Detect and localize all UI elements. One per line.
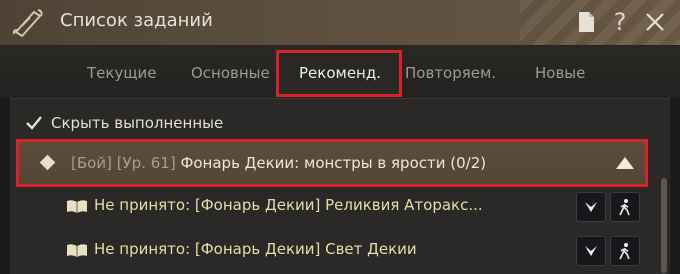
book-icon [67,200,87,213]
collapse-triangle-icon[interactable] [616,157,634,169]
auto-path-button[interactable] [610,192,640,222]
quest-group-header[interactable]: [Бой] [Ур. 61] Фонарь Декии: монстры в я… [16,139,648,187]
auto-path-button[interactable] [610,236,640,266]
window-title: Список заданий [60,10,213,31]
quest-progress: (0/2) [450,154,487,172]
tab-main[interactable]: Основные [191,64,270,82]
close-icon[interactable] [641,8,669,36]
scrollbar[interactable] [661,178,667,273]
subquest-row[interactable]: Не принято: [Фонарь Декии] Свет Декии [66,236,646,266]
tab-repeatable[interactable]: Повторяем. [405,64,496,82]
quest-group-title: [Бой] [Ур. 61] Фонарь Декии: монстры в я… [71,154,486,172]
subquest-row[interactable]: Не принято: [Фонарь Декии] Реликвия Атор… [66,192,646,222]
subquest-label: Не принято: [Фонарь Декии] Реликвия Атор… [94,196,483,214]
document-icon[interactable] [572,8,600,36]
quest-name: Фонарь Декии: монстры в ярости [180,154,446,172]
checkmark-icon [26,116,42,130]
hide-completed-label: Скрыть выполненные [51,114,224,132]
tab-current[interactable]: Текущие [87,64,156,82]
quest-list-window: Список заданий ? Текущие Основные Рекоме… [0,0,680,274]
chevron-down-icon [585,202,597,212]
scroll-logo-icon [10,6,46,40]
tab-new[interactable]: Новые [535,64,585,82]
help-icon[interactable]: ? [606,8,634,36]
subquest-label: Не принято: [Фонарь Декии] Свет Декии [94,240,417,258]
walking-person-icon [619,243,630,260]
diamond-icon [39,154,56,171]
book-icon [67,244,87,257]
track-button[interactable] [576,192,606,222]
quest-tag: [Бой] [Ур. 61] [71,154,181,172]
title-bar[interactable]: Список заданий ? [0,0,680,46]
tab-recommended[interactable]: Рекоменд. [299,64,381,82]
track-button[interactable] [576,236,606,266]
walking-person-icon [619,199,630,216]
chevron-down-icon [585,246,597,256]
